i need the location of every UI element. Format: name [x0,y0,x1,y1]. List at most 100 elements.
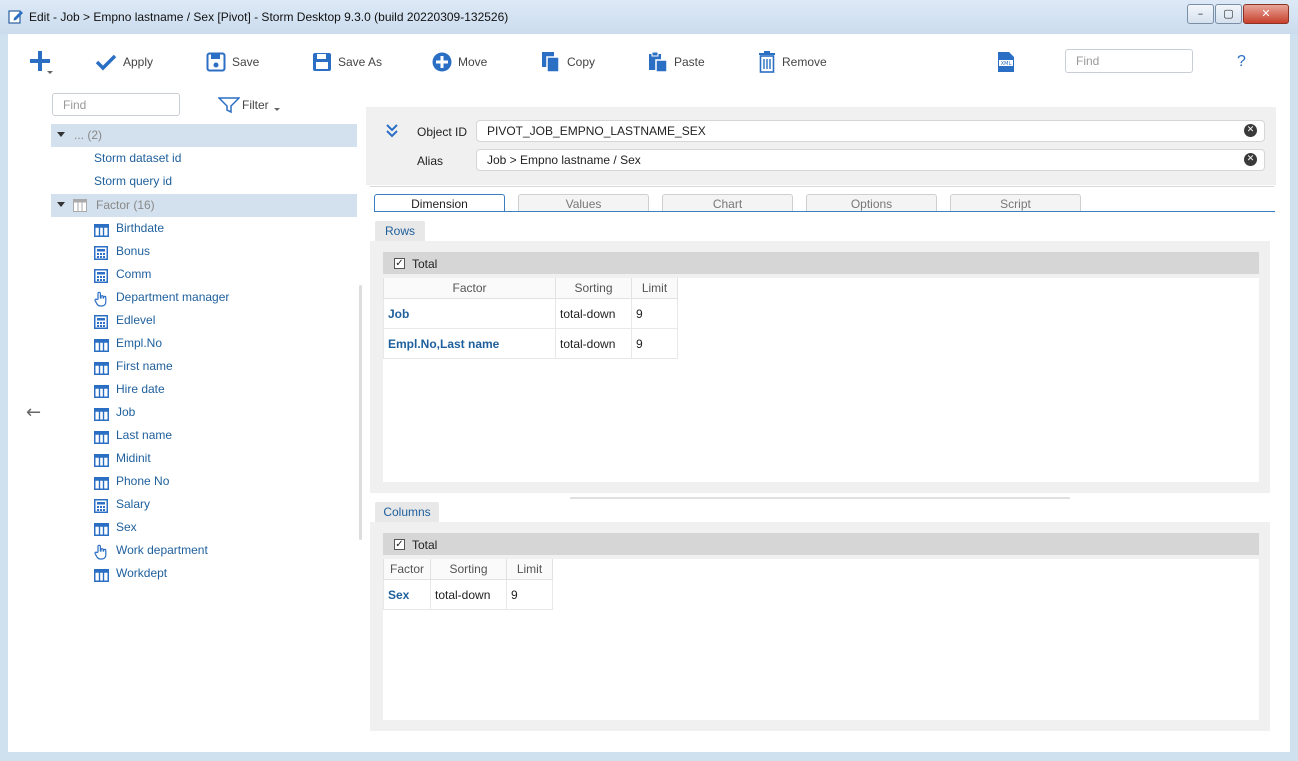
minimize-button[interactable]: – [1187,4,1214,24]
plus-icon [30,51,53,74]
chevron-down-icon [273,108,280,111]
tab-options[interactable]: Options [806,194,937,212]
tree-item[interactable]: Storm dataset id [51,147,357,170]
object-id-field[interactable]: PIVOT_JOB_EMPNO_LASTNAME_SEX [476,120,1265,142]
copy-button[interactable]: Copy [541,48,595,76]
tab-values[interactable]: Values [518,194,649,212]
add-button[interactable] [28,48,54,76]
tab-chart[interactable]: Chart [662,194,793,212]
tree-item-factor[interactable]: Edlevel [51,309,357,332]
remove-label: Remove [782,55,827,69]
save-as-icon [313,53,331,71]
tree-group-factor[interactable]: Factor (16) [51,194,357,217]
tree-item-factor[interactable]: Hire date [51,378,357,401]
filter-label: Filter [242,98,269,112]
tree-item-label: Storm dataset id [94,151,182,165]
tree-item-factor[interactable]: Salary [51,493,357,516]
row-limit-cell[interactable]: 9 [631,298,678,329]
alias-label: Alias [417,154,444,168]
columns-header-limit: Limit [506,559,553,580]
edit-document-icon [8,10,23,24]
tree-item-factor[interactable]: Last name [51,424,357,447]
filter-icon [218,97,240,114]
tree-group-label: Factor (16) [96,198,155,212]
remove-button[interactable]: Remove [758,48,827,76]
tree-item-factor[interactable]: Job [51,401,357,424]
clear-object-id-icon[interactable]: ✕ [1244,124,1257,137]
tree-item-factor[interactable]: Phone No [51,470,357,493]
tree-item-factor[interactable]: Work department [51,539,357,562]
tree-item-label: Birthdate [116,221,165,235]
tree-item-factor[interactable]: Workdept [51,562,357,585]
columns-total-bar [383,533,1259,555]
rows-header-limit: Limit [631,278,678,299]
save-icon [206,52,226,72]
copy-label: Copy [567,55,596,69]
clear-alias-icon[interactable]: ✕ [1244,153,1257,166]
tree-scrollbar-thumb[interactable] [359,285,362,540]
object-id-label: Object ID [417,125,468,139]
rows-total-label: Total [412,257,438,271]
columns-header-factor: Factor [383,559,431,580]
filter-button[interactable]: Filter [218,94,283,116]
object-properties-panel [366,107,1276,185]
tree-item-factor[interactable]: Bonus [51,240,357,263]
tree-item-factor[interactable]: Sex [51,516,357,539]
paste-icon [649,51,668,73]
section-splitter[interactable] [570,497,1070,499]
tree-item-factor[interactable]: Empl.No [51,332,357,355]
tree-item-factor[interactable]: Midinit [51,447,357,470]
move-label: Move [458,55,488,69]
tree-item[interactable]: Storm query id [51,170,357,193]
expand-triangle-icon [57,132,65,137]
apply-button[interactable]: Apply [95,48,153,76]
trash-icon [759,51,775,73]
table-row[interactable]: Job total-down 9 [383,298,678,329]
help-button[interactable]: ? [1237,48,1246,76]
columns-subtab[interactable]: Columns [375,502,439,522]
column-factor-cell[interactable]: Sex [383,579,431,610]
column-limit-cell[interactable]: 9 [506,579,553,610]
table-row[interactable]: Empl.No,Last name total-down 9 [383,328,678,359]
divider [370,186,1274,187]
table-icon [94,567,109,590]
move-button[interactable]: Move [432,48,487,76]
columns-total-checkbox[interactable]: ✓ [394,539,405,550]
close-button[interactable]: ✕ [1243,4,1289,24]
column-sorting-cell[interactable]: total-down [430,579,507,610]
row-factor-cell[interactable]: Job [383,298,556,329]
tree-group-label: ... (2) [74,128,103,142]
xml-export-icon: XML [998,52,1014,72]
row-limit-cell[interactable]: 9 [631,328,678,359]
rows-total-checkbox[interactable]: ✓ [394,258,405,269]
toolbar-find-input[interactable] [1065,49,1193,73]
tab-script[interactable]: Script [950,194,1081,212]
row-factor-cell[interactable]: Empl.No,Last name [383,328,556,359]
collapse-chevrons-icon[interactable] [386,124,398,138]
tree-item-factor[interactable]: Birthdate [51,217,357,240]
row-sorting-cell[interactable]: total-down [555,328,632,359]
paste-button[interactable]: Paste [648,48,705,76]
tree-find-input[interactable] [52,93,180,116]
tree-item-factor[interactable]: Comm [51,263,357,286]
tree-group-misc[interactable]: ... (2) [51,124,357,147]
export-button[interactable]: XML [996,48,1016,76]
row-sorting-cell[interactable]: total-down [555,298,632,329]
save-button[interactable]: Save [206,48,259,76]
svg-text:XML: XML [1001,61,1012,67]
collapse-panel-arrow-icon[interactable]: ← [26,402,41,423]
columns-grid: Factor Sorting Limit Sex total-down 9 [383,559,1259,720]
columns-total-label: Total [412,538,438,552]
tab-dimension[interactable]: Dimension [374,194,505,212]
tree-item-factor[interactable]: Department manager [51,286,357,309]
maximize-button[interactable]: ▢ [1215,4,1242,24]
tree-panel: ... (2) Storm dataset id Storm query id … [51,123,357,740]
alias-field[interactable]: Job > Empno lastname / Sex [476,149,1265,171]
tree-item-label: First name [116,359,173,373]
save-as-button[interactable]: Save As [312,48,382,76]
rows-subtab[interactable]: Rows [375,221,425,241]
tree-item-factor[interactable]: First name [51,355,357,378]
rows-total-bar [383,252,1259,274]
copy-icon [542,52,560,73]
table-row[interactable]: Sex total-down 9 [383,579,553,610]
